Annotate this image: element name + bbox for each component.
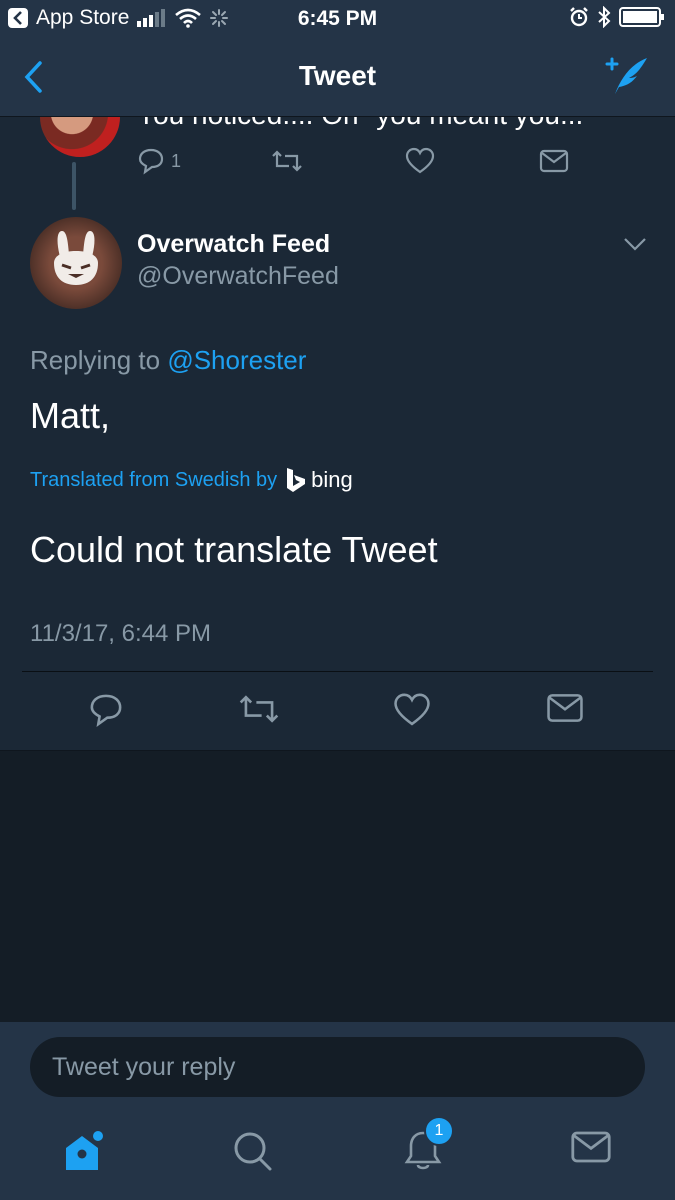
retweet-icon bbox=[239, 695, 279, 723]
tab-messages[interactable] bbox=[570, 1128, 612, 1171]
translated-text: Could not translate Tweet bbox=[30, 529, 438, 570]
tab-home[interactable] bbox=[62, 1128, 108, 1179]
tab-search[interactable] bbox=[232, 1128, 274, 1177]
retweet-icon bbox=[272, 150, 302, 172]
tab-bar: 1 bbox=[0, 1116, 675, 1200]
page-title: Tweet bbox=[298, 60, 377, 91]
reply-icon bbox=[90, 694, 122, 727]
tweet-timestamp: 11/3/17, 6:44 PM bbox=[30, 620, 212, 647]
replying-to-mention[interactable]: @Shorester bbox=[167, 345, 306, 375]
thread-connector bbox=[72, 162, 76, 210]
author-handle[interactable]: @OverwatchFeed bbox=[137, 262, 339, 291]
chevron-down-icon bbox=[624, 238, 646, 251]
previous-dm-button[interactable] bbox=[539, 149, 673, 173]
heart-icon bbox=[405, 147, 435, 174]
author-name[interactable]: Overwatch Feed bbox=[137, 230, 330, 259]
notifications-badge: 1 bbox=[424, 1116, 454, 1146]
reply-button[interactable] bbox=[88, 692, 124, 733]
retweet-button[interactable] bbox=[238, 692, 280, 731]
previous-retweet-button[interactable] bbox=[271, 148, 405, 174]
avatar[interactable] bbox=[30, 217, 122, 309]
envelope-icon bbox=[571, 1131, 611, 1163]
compose-quill-icon bbox=[605, 57, 647, 94]
reply-input[interactable]: Tweet your reply bbox=[30, 1037, 645, 1097]
previous-like-button[interactable] bbox=[405, 147, 539, 175]
battery-icon bbox=[619, 7, 664, 27]
replying-to-label: Replying to bbox=[30, 345, 161, 375]
status-bar: App Store 6:45 PM bbox=[0, 0, 675, 38]
translated-label: Translated from Swedish by bbox=[30, 468, 278, 491]
search-icon bbox=[234, 1132, 272, 1171]
previous-reply-button[interactable]: 1 bbox=[137, 147, 271, 175]
tweet-options-button[interactable] bbox=[623, 237, 647, 256]
tweet-text: Matt, bbox=[30, 395, 111, 436]
bunny-logo-icon bbox=[54, 231, 98, 285]
translation-attribution: Translated from Swedish by bing bbox=[30, 467, 353, 493]
like-button[interactable] bbox=[393, 692, 431, 733]
tweet-detail: You noticed.... Oh "you meant you... 1 bbox=[0, 117, 675, 751]
compose-tweet-button[interactable] bbox=[601, 54, 649, 103]
home-icon bbox=[66, 1131, 103, 1170]
direct-message-button[interactable] bbox=[546, 692, 584, 729]
envelope-icon bbox=[547, 694, 583, 722]
heart-icon bbox=[394, 693, 430, 726]
previous-reply-count: 1 bbox=[171, 150, 182, 171]
bing-label: bing bbox=[311, 467, 353, 492]
alarm-icon bbox=[570, 7, 588, 27]
bing-icon bbox=[287, 468, 306, 492]
tweet-actions bbox=[0, 692, 675, 732]
bluetooth-icon bbox=[598, 6, 611, 28]
previous-tweet-text: You noticed.... Oh "you meant you... bbox=[137, 117, 583, 131]
replying-to: Replying to @Shorester bbox=[30, 345, 306, 376]
previous-tweet-avatar[interactable] bbox=[40, 117, 120, 157]
divider bbox=[22, 671, 653, 672]
reply-composer-bar: Tweet your reply 1 bbox=[0, 1022, 675, 1200]
bing-logo: bing bbox=[285, 467, 353, 493]
reply-icon bbox=[138, 148, 164, 175]
previous-tweet-actions: 1 bbox=[137, 147, 673, 175]
envelope-icon bbox=[539, 149, 569, 173]
nav-bar: Tweet bbox=[0, 38, 675, 117]
tab-notifications[interactable]: 1 bbox=[402, 1116, 454, 1177]
